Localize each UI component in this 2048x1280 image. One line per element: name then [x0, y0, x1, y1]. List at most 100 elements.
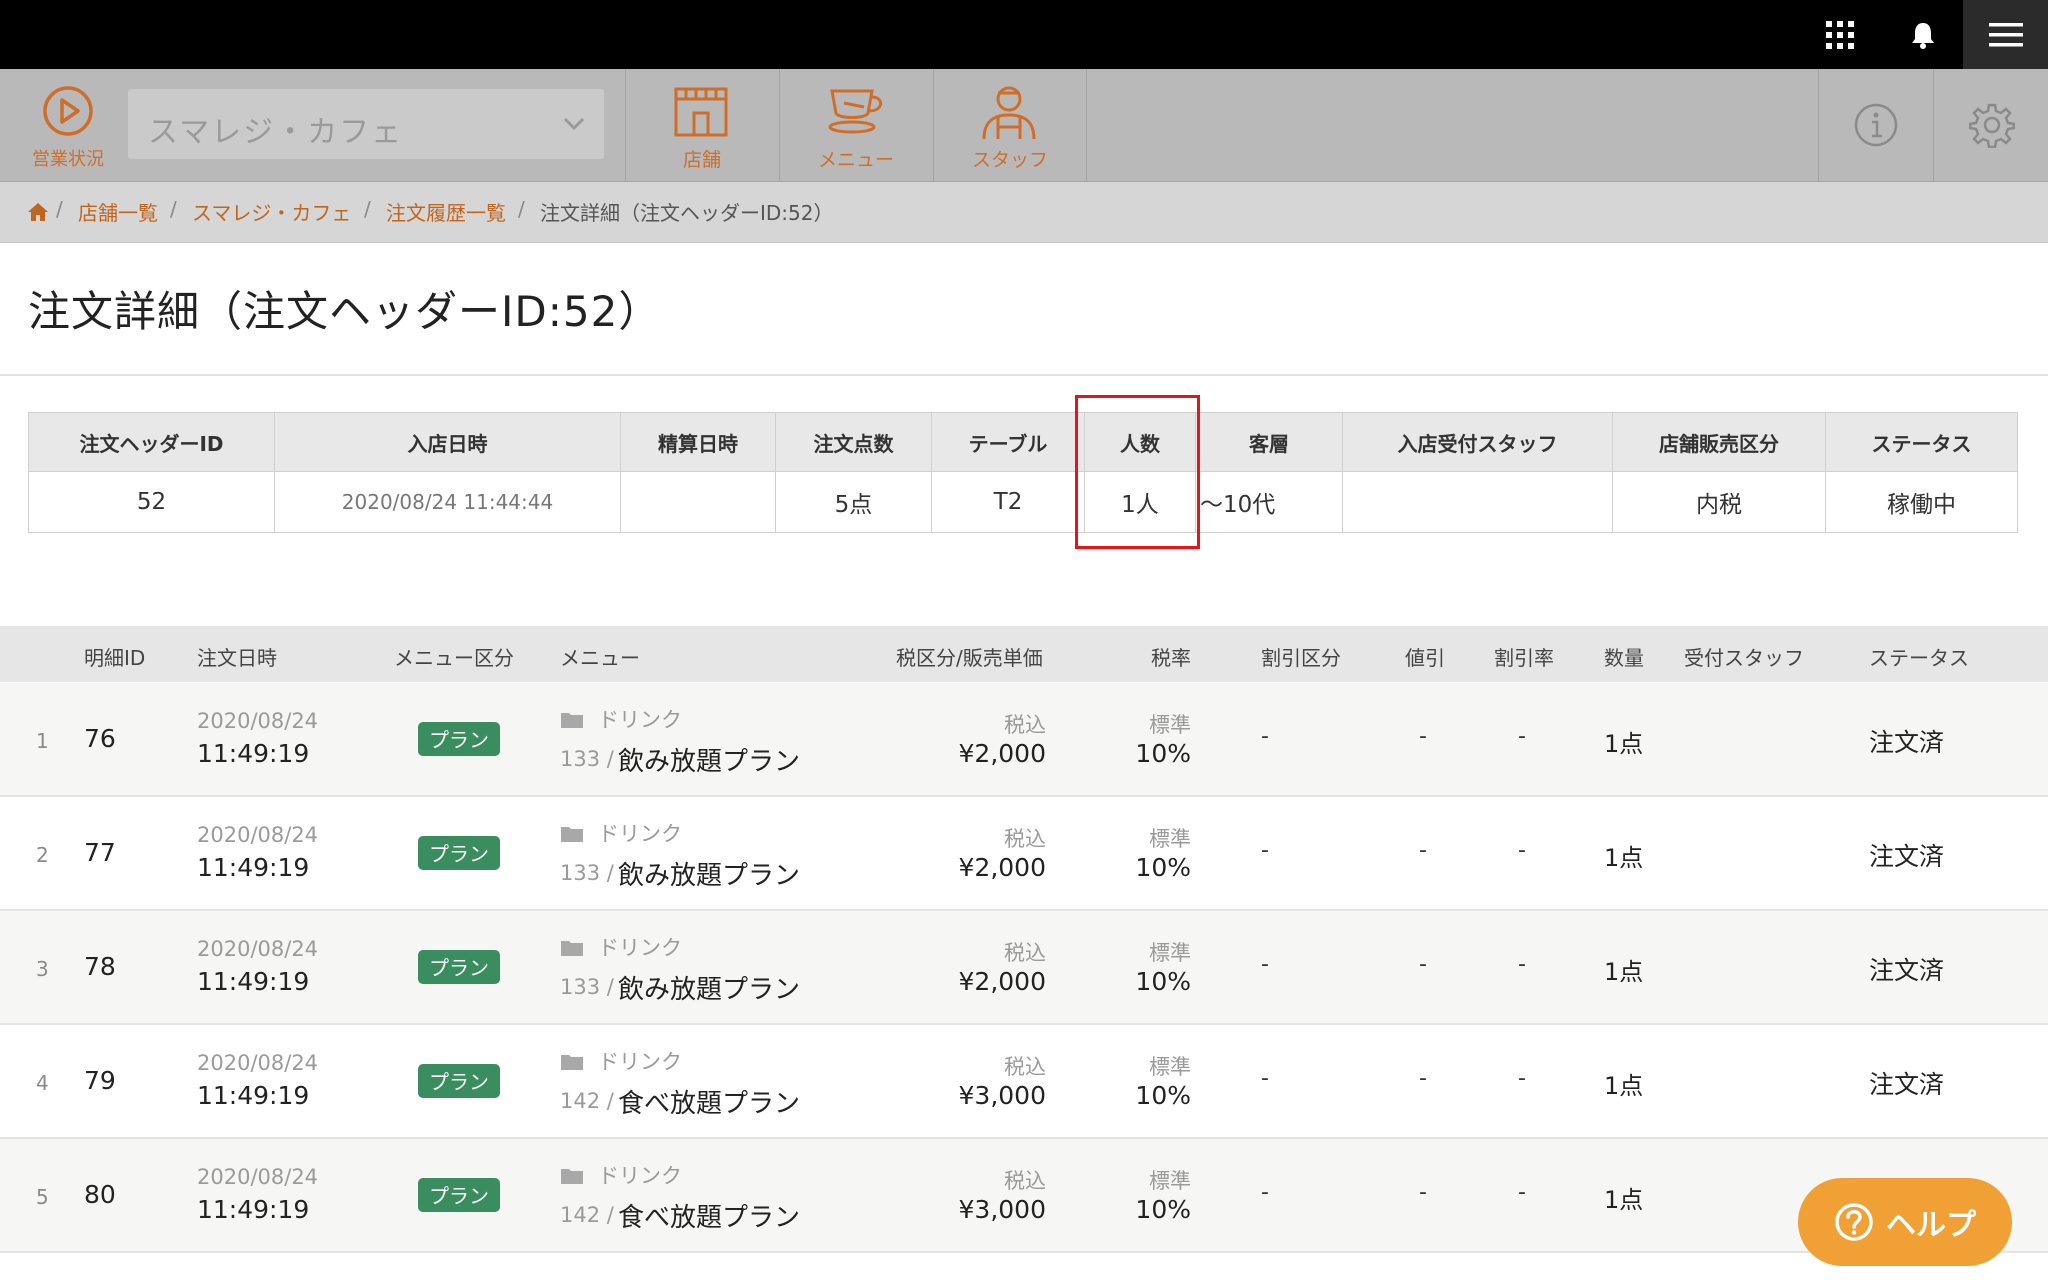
row-quantity: 1点: [1604, 1072, 1644, 1100]
nav-staff-label: スタッフ: [971, 149, 1048, 171]
store-select[interactable]: スマレジ・カフェ: [128, 89, 604, 159]
value-sales-type: 内税: [1612, 471, 1826, 533]
col-detail-id: 明細ID: [84, 646, 146, 670]
row-tax-type: 税込: [1004, 1055, 1046, 1079]
row-index: 5: [36, 1185, 49, 1209]
hamburger-menu-icon: [1988, 22, 2023, 46]
value-customer-segment: 〜10代: [1195, 471, 1343, 533]
row-category: ドリンク: [598, 822, 682, 846]
breadcrumb-store-list[interactable]: 店舗一覧: [78, 197, 158, 226]
row-discount-rate: -: [1518, 838, 1526, 863]
apps-grid-icon: [1826, 20, 1854, 49]
shop-icon: [674, 87, 728, 137]
row-tax-rate: 10%: [1135, 967, 1191, 996]
row-order-date: 2020/08/24: [197, 937, 319, 961]
row-quantity: 1点: [1604, 730, 1644, 758]
main-menu-button[interactable]: [1963, 0, 2048, 69]
row-category: ドリンク: [598, 936, 682, 960]
value-status: 稼働中: [1825, 471, 2018, 533]
bell-icon: [1912, 22, 1934, 49]
row-order-date: 2020/08/24: [197, 709, 319, 733]
row-order-time: 11:49:19: [197, 967, 310, 996]
header-table-value-row: 52 2020/08/24 11:44:44 5点 T2 1人 〜10代 内税 …: [28, 471, 2018, 533]
breadcrumb-separator: /: [364, 197, 371, 221]
plan-badge: プラン: [418, 1178, 500, 1212]
info-button[interactable]: [1818, 69, 1933, 181]
col-discount-rate: 割引率: [1494, 646, 1554, 670]
plan-badge: プラン: [418, 950, 500, 984]
breadcrumb-order-history[interactable]: 注文履歴一覧: [386, 197, 506, 226]
row-index: 1: [36, 729, 49, 753]
plan-badge: プラン: [418, 722, 500, 756]
row-menu-number: 142 /: [560, 1203, 614, 1227]
row-discount: -: [1419, 1066, 1427, 1091]
row-discount-type: -: [1261, 952, 1269, 977]
help-button[interactable]: ヘルプ: [1798, 1178, 2012, 1266]
value-header-id: 52: [28, 471, 275, 533]
row-menu-name: 飲み放題プラン: [618, 861, 801, 891]
home-icon[interactable]: [27, 201, 49, 223]
business-status-button[interactable]: 営業状況: [0, 69, 128, 181]
nav-staff-button[interactable]: スタッフ: [933, 69, 1087, 181]
row-index: 3: [36, 957, 49, 981]
col-checkin-time: 入店日時: [274, 412, 621, 472]
page-title: 注文詳細（注文ヘッダーID:52）: [28, 287, 662, 336]
row-price: ¥2,000: [958, 853, 1046, 882]
row-discount-type: -: [1261, 1180, 1269, 1205]
row-order-date: 2020/08/24: [197, 1051, 319, 1075]
table-row[interactable]: 2 77 2020/08/24 11:49:19 プラン ドリンク 133 / …: [0, 797, 2048, 911]
row-discount-type: -: [1261, 724, 1269, 749]
info-icon: [1854, 103, 1898, 147]
settings-button[interactable]: [1933, 69, 2048, 181]
row-discount-rate: -: [1518, 1066, 1526, 1091]
col-table: テーブル: [931, 412, 1085, 472]
col-discount: 値引: [1405, 646, 1445, 670]
value-checkin-staff: [1342, 471, 1613, 533]
col-header-id: 注文ヘッダーID: [28, 412, 275, 472]
row-rate-type: 標準: [1149, 1169, 1191, 1193]
row-rate-type: 標準: [1149, 713, 1191, 737]
apps-button[interactable]: [1810, 0, 1870, 69]
row-status: 注文済: [1869, 842, 1945, 871]
row-quantity: 1点: [1604, 844, 1644, 872]
notifications-button[interactable]: [1893, 0, 1953, 69]
table-row[interactable]: 3 78 2020/08/24 11:49:19 プラン ドリンク 133 / …: [0, 911, 2048, 1025]
row-category: ドリンク: [598, 1050, 682, 1074]
row-category: ドリンク: [598, 708, 682, 732]
help-circle-icon: [1835, 1203, 1873, 1241]
col-checkin-staff: 入店受付スタッフ: [1342, 412, 1613, 472]
order-header-table: 注文ヘッダーID 入店日時 精算日時 注文点数 テーブル 人数 客層 入店受付ス…: [28, 412, 2018, 533]
nav-menu-label: メニュー: [817, 149, 894, 171]
row-order-time: 11:49:19: [197, 1081, 310, 1110]
row-order-time: 11:49:19: [197, 739, 310, 768]
value-checkin-time: 2020/08/24 11:44:44: [274, 471, 621, 533]
col-settle-time: 精算日時: [620, 412, 776, 472]
row-rate-type: 標準: [1149, 941, 1191, 965]
col-order-count: 注文点数: [775, 412, 932, 472]
folder-icon: [561, 941, 583, 956]
table-row[interactable]: 1 76 2020/08/24 11:49:19 プラン ドリンク 133 / …: [0, 683, 2048, 797]
col-order-time: 注文日時: [197, 646, 277, 670]
row-discount-rate: -: [1518, 724, 1526, 749]
breadcrumb-separator: /: [170, 197, 177, 221]
business-status-label: 営業状況: [32, 149, 104, 170]
row-tax-type: 税込: [1004, 827, 1046, 851]
nav-menu-button[interactable]: メニュー: [779, 69, 932, 181]
row-price: ¥2,000: [958, 967, 1046, 996]
row-discount-rate: -: [1518, 952, 1526, 977]
nav-shop-button[interactable]: 店舗: [625, 69, 778, 181]
folder-icon: [561, 827, 583, 842]
folder-icon: [561, 1169, 583, 1184]
breadcrumb-store[interactable]: スマレジ・カフェ: [192, 197, 351, 226]
row-order-date: 2020/08/24: [197, 823, 319, 847]
col-reception-staff: 受付スタッフ: [1684, 646, 1804, 670]
row-detail-id: 79: [84, 1066, 116, 1095]
detail-table-header: 明細ID 注文日時 メニュー区分 メニュー 税区分/販売単価 税率 割引区分 値…: [0, 626, 2048, 682]
col-tax-rate: 税率: [1151, 646, 1191, 670]
table-row[interactable]: 4 79 2020/08/24 11:49:19 プラン ドリンク 142 / …: [0, 1025, 2048, 1139]
table-row[interactable]: 5 80 2020/08/24 11:49:19 プラン ドリンク 142 / …: [0, 1139, 2048, 1253]
col-status: ステータス: [1825, 412, 2018, 472]
row-menu-name: 食べ放題プラン: [618, 1203, 801, 1233]
row-tax-rate: 10%: [1135, 739, 1191, 768]
breadcrumb: / 店舗一覧 / スマレジ・カフェ / 注文履歴一覧 / 注文詳細（注文ヘッダー…: [0, 182, 2048, 243]
